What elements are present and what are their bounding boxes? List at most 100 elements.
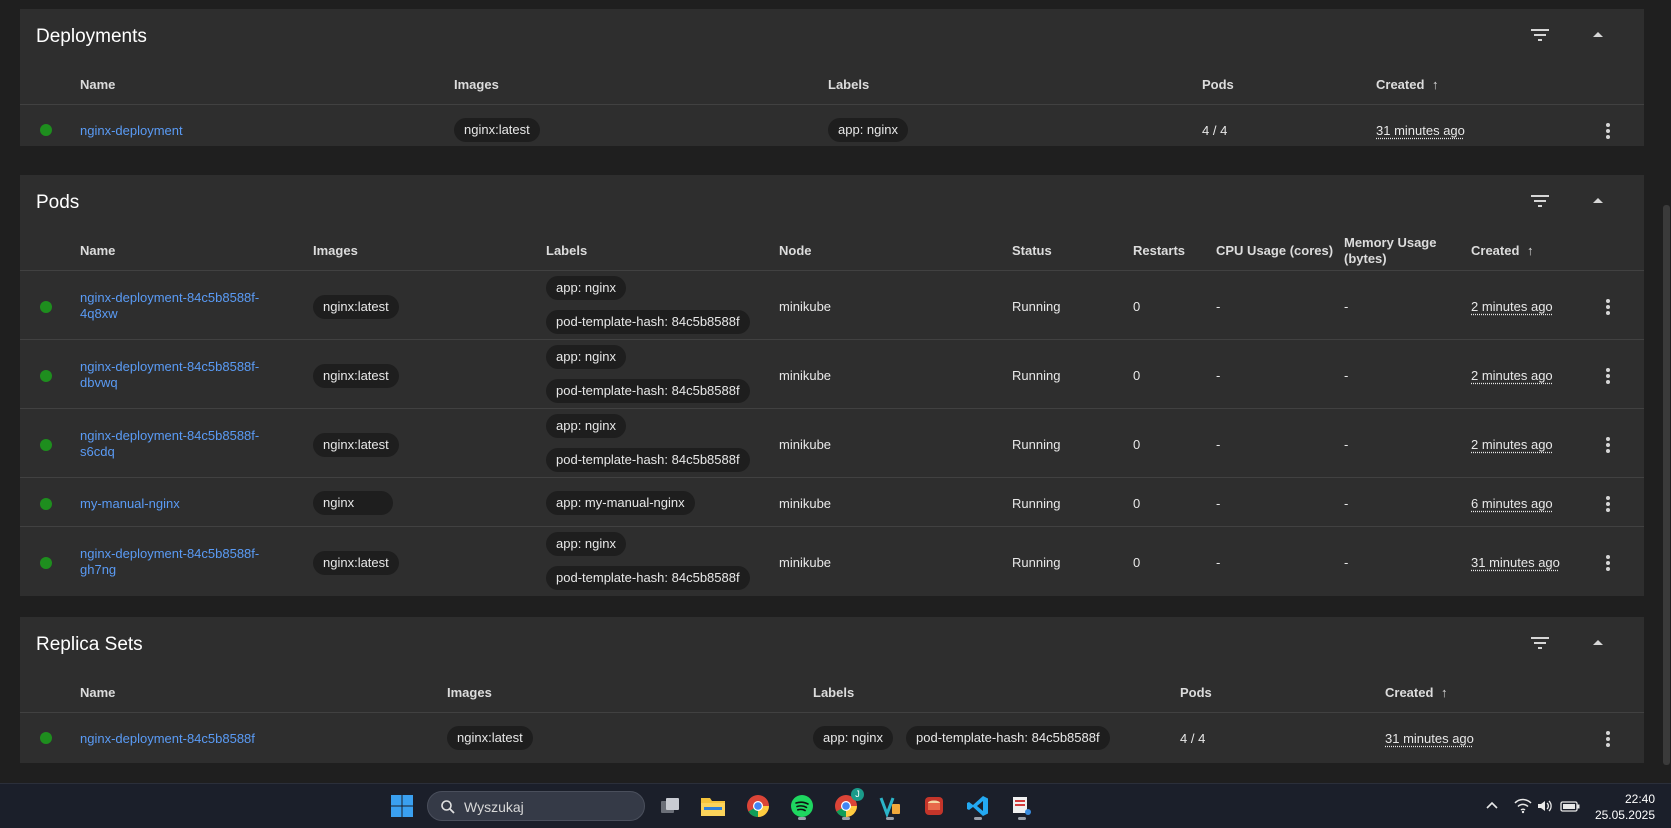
pod-name-line: nginx-deployment-84c5b8588f- <box>80 546 260 561</box>
pod-name-link[interactable]: nginx-deployment-84c5b8588f- s6cdq <box>80 428 285 460</box>
column-header-node: Node <box>779 243 812 258</box>
restart-count: 0 <box>1133 299 1141 314</box>
chevron-up-icon[interactable] <box>1484 798 1500 814</box>
column-header-created-label: Created <box>1376 77 1425 92</box>
deployment-name-link[interactable]: nginx-deployment <box>80 123 183 139</box>
column-header-images: Images <box>313 243 358 258</box>
taskbar-clock[interactable]: 22:40 25.05.2025 <box>1595 791 1655 823</box>
taskbar-search[interactable]: Wyszukaj <box>427 791 645 821</box>
vscode-icon <box>967 796 988 816</box>
app-icon <box>879 797 900 818</box>
divider <box>20 526 1644 527</box>
deployments-card: Deployments Name Images Labels Pods Crea… <box>20 9 1644 146</box>
running-indicator <box>974 817 982 820</box>
pod-name-link[interactable]: nginx-deployment-84c5b8588f- dbvwq <box>80 359 285 391</box>
taskbar-app-vs[interactable] <box>874 790 906 822</box>
more-vert-icon[interactable] <box>1596 119 1620 143</box>
running-indicator <box>842 817 850 820</box>
column-header-labels: Labels <box>828 77 870 92</box>
node-name: minikube <box>779 496 832 511</box>
node-name: minikube <box>779 299 832 314</box>
task-view-button[interactable] <box>654 790 686 822</box>
image-chip: nginx <box>313 491 393 515</box>
taskbar: Wyszukaj J 22:40 25.05.2025 <box>0 783 1671 828</box>
battery-icon[interactable] <box>1560 798 1580 814</box>
taskbar-chrome-profile[interactable]: J <box>830 788 864 822</box>
pod-name-link[interactable]: nginx-deployment-84c5b8588f- 4q8xw <box>80 290 285 322</box>
label-chip: app: nginx <box>546 276 626 300</box>
node-name: minikube <box>779 368 832 383</box>
replica-set-name-link[interactable]: nginx-deployment-84c5b8588f <box>80 731 255 747</box>
taskbar-file-explorer[interactable] <box>697 790 729 822</box>
column-header-pods: Pods <box>1202 77 1234 92</box>
label-chip: app: my-manual-nginx <box>546 491 695 515</box>
restart-count: 0 <box>1133 437 1141 452</box>
more-vert-icon[interactable] <box>1596 433 1620 457</box>
pod-status: Running <box>1012 299 1061 314</box>
column-header-name[interactable]: Name <box>80 77 115 93</box>
filter-icon[interactable] <box>1528 23 1552 47</box>
filter-icon[interactable] <box>1528 631 1552 655</box>
clock-time: 22:40 <box>1624 792 1655 806</box>
start-button[interactable] <box>386 790 418 822</box>
taskbar-vscode[interactable] <box>962 790 994 822</box>
pod-status: Running <box>1012 555 1061 570</box>
image-chip: nginx:latest <box>313 433 399 457</box>
chrome-icon <box>747 795 769 817</box>
more-vert-icon[interactable] <box>1596 295 1620 319</box>
taskbar-app-tool[interactable] <box>1006 790 1038 822</box>
more-vert-icon[interactable] <box>1596 551 1620 575</box>
column-header-created[interactable]: Created ↑ <box>1376 77 1439 93</box>
pod-name-line: dbvwq <box>80 375 118 390</box>
memory-usage: - <box>1344 368 1349 383</box>
taskbar-app-sql[interactable] <box>918 790 950 822</box>
divider <box>20 408 1644 409</box>
pod-name-line: nginx-deployment-84c5b8588f- <box>80 359 260 374</box>
divider <box>20 477 1644 478</box>
pod-name-line: nginx-deployment-84c5b8588f- <box>80 290 260 305</box>
collapse-icon[interactable] <box>1586 631 1610 655</box>
collapse-icon[interactable] <box>1586 189 1610 213</box>
column-header-created[interactable]: Created ↑ <box>1385 685 1448 701</box>
pod-name-line: 4q8xw <box>80 306 118 321</box>
wifi-icon[interactable] <box>1514 798 1532 814</box>
more-vert-icon[interactable] <box>1596 492 1620 516</box>
column-header-name[interactable]: Name <box>80 685 115 701</box>
scrollbar-thumb[interactable] <box>1663 205 1670 765</box>
filter-icon[interactable] <box>1528 189 1552 213</box>
pod-name-line: gh7ng <box>80 562 117 577</box>
divider <box>20 339 1644 340</box>
search-placeholder: Wyszukaj <box>464 799 524 815</box>
more-vert-icon[interactable] <box>1596 727 1620 751</box>
status-running-icon <box>40 124 52 136</box>
created-time: 2 minutes ago <box>1471 368 1553 383</box>
deployments-title: Deployments <box>36 26 147 47</box>
more-vert-icon[interactable] <box>1596 364 1620 388</box>
task-view-icon <box>661 798 679 813</box>
image-chip: nginx:latest <box>447 726 533 750</box>
pod-name-link[interactable]: my-manual-nginx <box>80 496 180 512</box>
column-header-created-label: Created <box>1471 243 1520 258</box>
pod-status: Running <box>1012 437 1061 452</box>
label-chip: app: nginx <box>546 414 626 438</box>
status-running-icon <box>40 498 52 510</box>
scrollbar-track[interactable] <box>1661 0 1671 783</box>
column-header-restarts: Restarts <box>1133 243 1186 258</box>
search-icon <box>441 800 455 814</box>
profile-badge: J <box>851 788 864 801</box>
windows-logo-icon <box>391 795 413 817</box>
taskbar-chrome[interactable] <box>742 790 774 822</box>
column-header-name[interactable]: Name <box>80 243 115 259</box>
status-running-icon <box>40 557 52 569</box>
label-chip: app: nginx <box>546 532 626 556</box>
collapse-icon[interactable] <box>1586 23 1610 47</box>
divider <box>20 104 1644 105</box>
sort-ascending-icon: ↑ <box>1432 77 1439 92</box>
replica-sets-card: Replica Sets Name Images Labels Pods Cre… <box>20 617 1644 763</box>
column-header-created[interactable]: Created ↑ <box>1471 243 1534 259</box>
created-time: 6 minutes ago <box>1471 496 1553 511</box>
volume-icon[interactable] <box>1536 798 1554 814</box>
taskbar-spotify[interactable] <box>786 790 818 822</box>
memory-usage: - <box>1344 555 1349 570</box>
pod-name-link[interactable]: nginx-deployment-84c5b8588f- gh7ng <box>80 546 285 578</box>
